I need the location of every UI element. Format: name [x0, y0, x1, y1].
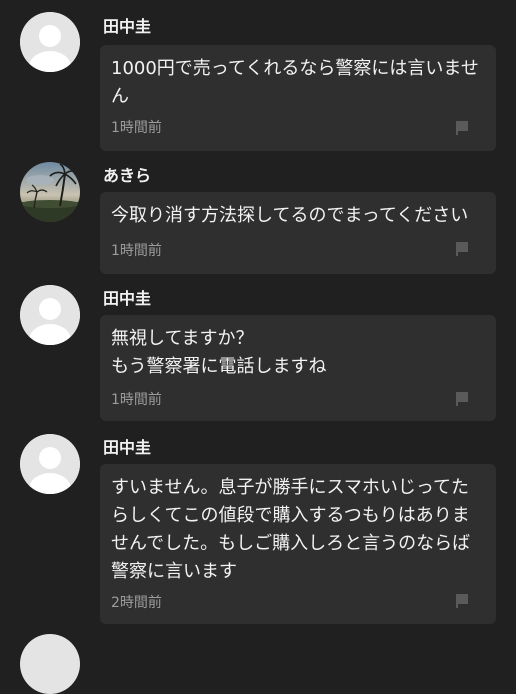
flag-icon[interactable] [454, 391, 470, 407]
default-user-icon [20, 285, 80, 345]
message-text: 無視してますか？ もう警察署に電話しますね [111, 328, 327, 377]
message-bubble: すいません。息子が勝手にスマホいじってた らしくてこの値段で購入するつもりはあり… [100, 464, 496, 624]
timestamp: 2時間前 [111, 595, 162, 611]
timestamp: 1時間前 [111, 392, 162, 408]
author-name: 田中圭 [103, 438, 152, 457]
author-name: あきら [103, 166, 152, 185]
message-item: あきら 今取り消す方法探してるのでまってください 1時間前 [0, 160, 516, 285]
message-item: 田中圭 無視してますか？ もう警察署に電話しますね 1時間前 [0, 285, 516, 430]
default-user-icon [20, 12, 80, 72]
message-item: 田中圭 すいません。息子が勝手にスマホいじってた らしくてこの値段で購入するつも… [0, 430, 516, 630]
palm-tree-photo-icon [20, 162, 80, 222]
flag-icon[interactable] [454, 241, 470, 257]
message-bubble: 1000円で売ってくれるなら警察には言いませ ん 1時間前 [100, 45, 496, 151]
timestamp: 1時間前 [111, 243, 162, 259]
message-text: 1000円で売ってくれるなら警察には言いませ ん [111, 58, 479, 107]
message-bubble: 無視してますか？ もう警察署に電話しますね 1時間前 [100, 315, 496, 421]
author-name: 田中圭 [103, 17, 152, 36]
message-item: 田中圭 1000円で売ってくれるなら警察には言いませ ん 1時間前 [0, 0, 516, 160]
user-avatar[interactable] [20, 285, 80, 345]
message-bubble: 今取り消す方法探してるのでまってください 1時間前 [100, 192, 496, 274]
author-name: 田中圭 [103, 289, 152, 308]
user-avatar[interactable] [20, 162, 80, 222]
user-avatar[interactable] [20, 434, 80, 494]
flag-icon[interactable] [454, 120, 470, 136]
message-thread: 田中圭 1000円で売ってくれるなら警察には言いませ ん 1時間前 あきら 今取… [0, 0, 516, 694]
user-avatar[interactable] [20, 12, 80, 72]
message-text: 今取り消す方法探してるのでまってください [111, 205, 469, 226]
message-text: すいません。息子が勝手にスマホいじってた らしくてこの値段で購入するつもりはあり… [111, 477, 471, 582]
user-avatar[interactable] [20, 634, 80, 694]
default-user-icon [20, 434, 80, 494]
flag-icon[interactable] [454, 593, 470, 609]
timestamp: 1時間前 [111, 120, 162, 136]
